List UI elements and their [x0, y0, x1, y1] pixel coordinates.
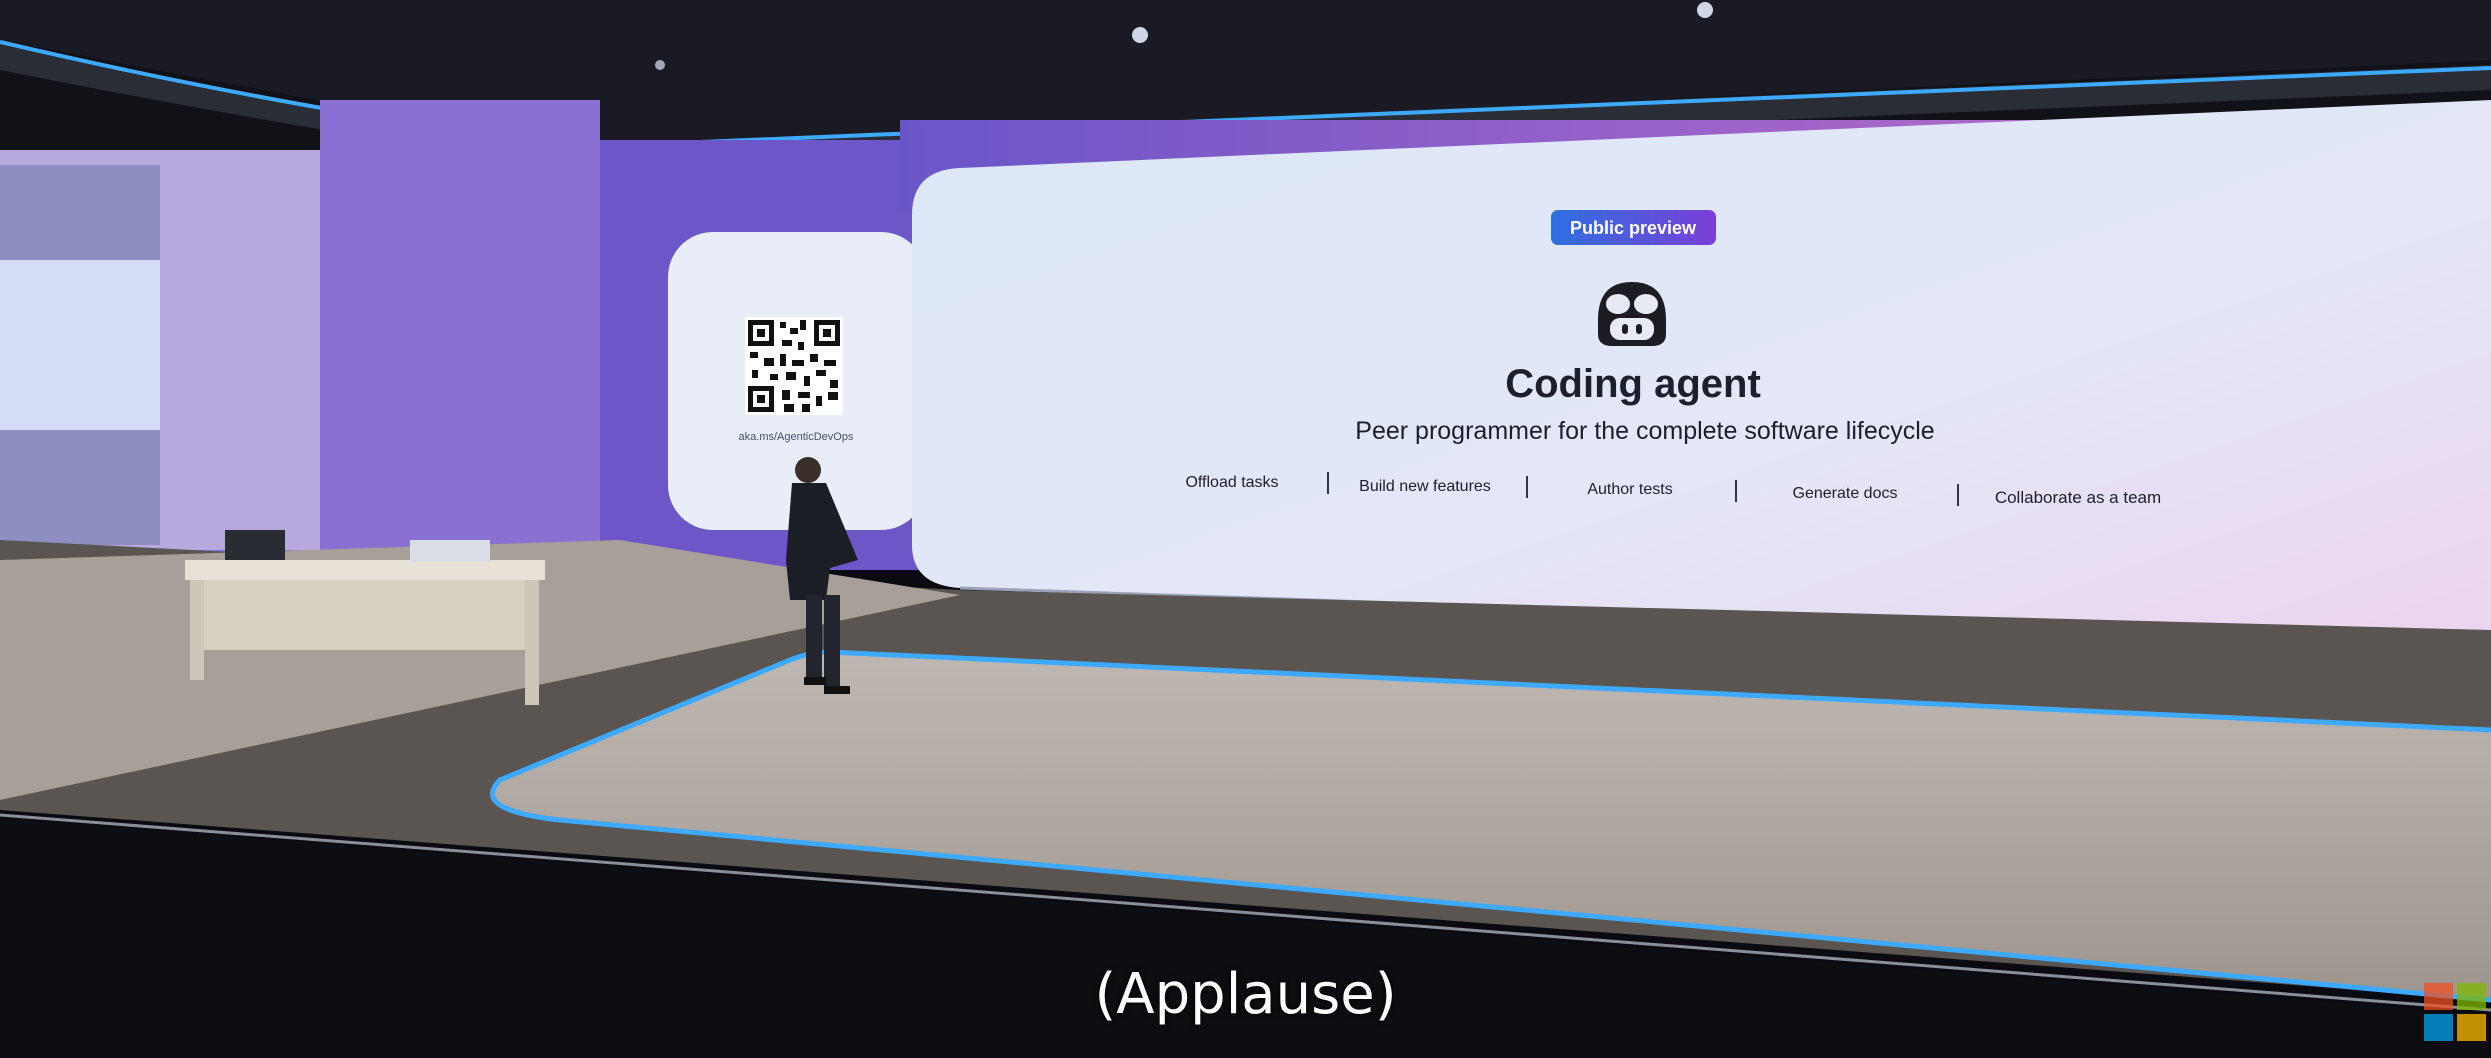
feature-item: Collaborate as a team [1995, 488, 2161, 507]
feature-item: Author tests [1587, 481, 1672, 498]
badge-label: Public preview [1570, 218, 1697, 238]
slide-title: Coding agent [1505, 362, 1761, 406]
caption-text: (Applause) [1094, 962, 1397, 1027]
microsoft-logo-icon [2424, 983, 2488, 1043]
feature-item: Generate docs [1793, 485, 1898, 502]
slide-subtitle: Peer programmer for the complete softwar… [1355, 417, 1934, 445]
copilot-agent-icon [1598, 282, 1666, 346]
stage-scene: aka.ms/AgenticDevOps Public preview Codi… [0, 0, 2491, 1058]
feature-item: Offload tasks [1185, 474, 1278, 491]
qr-url: aka.ms/AgenticDevOps [739, 431, 854, 443]
feature-item: Build new features [1359, 478, 1491, 495]
